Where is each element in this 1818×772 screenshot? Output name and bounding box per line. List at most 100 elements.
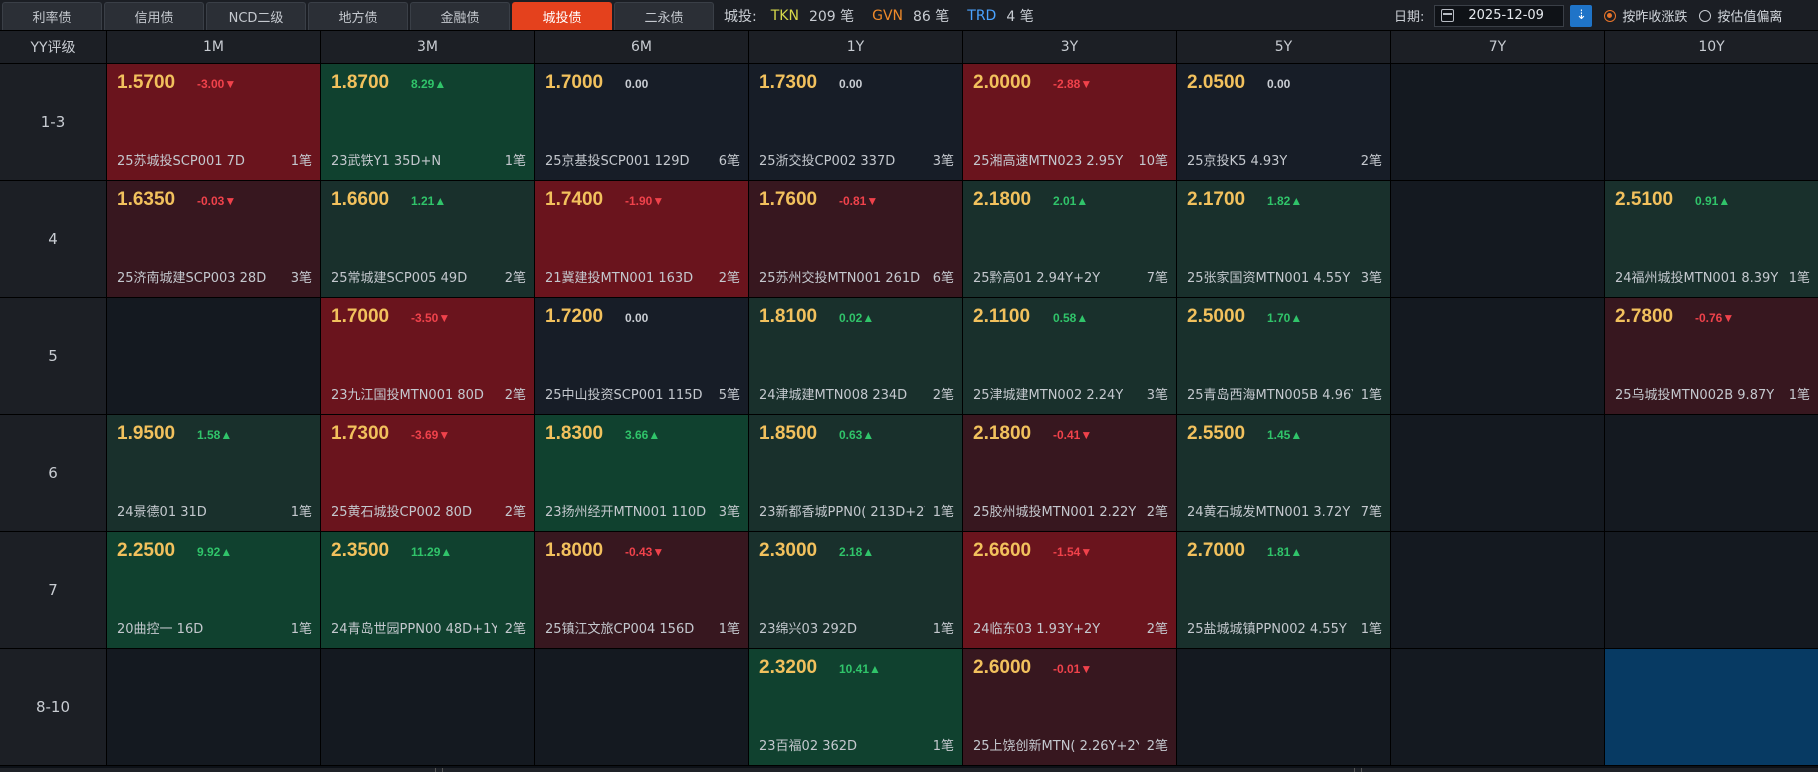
trade-count: 2笔 bbox=[1360, 154, 1382, 169]
column-header-0[interactable]: 1M bbox=[107, 31, 321, 64]
quote-cell[interactable]: 1.7000 0.00 25京基投SCP001 129D 6笔 bbox=[535, 64, 749, 181]
column-header-5[interactable]: 5Y bbox=[1177, 31, 1391, 64]
column-header-2[interactable]: 6M bbox=[535, 31, 749, 64]
row-header-rating[interactable]: 1-3 bbox=[0, 64, 107, 181]
quote-cell[interactable]: 1.6350 -0.03▼ 25济南城建SCP003 28D 3笔 bbox=[107, 181, 321, 298]
quote-cell[interactable]: 2.5100 0.91▲ 24福州城投MTN001 8.39Y 1笔 bbox=[1605, 181, 1818, 298]
bond-name: 24津城建MTN008 234D bbox=[759, 388, 908, 403]
quote-cell[interactable]: 2.0500 0.00 25京投K5 4.93Y 2笔 bbox=[1177, 64, 1391, 181]
trade-count: 3笔 bbox=[718, 505, 740, 520]
quote-cell[interactable]: 2.7000 1.81▲ 25盐城城镇PPN002 4.55Y 1笔 bbox=[1177, 532, 1391, 649]
quote-cell[interactable]: 2.3500 11.29▲ 24青岛世园PPN00 48D+1Y 2笔 bbox=[321, 532, 535, 649]
tab-3[interactable]: 地方债 bbox=[308, 2, 408, 30]
trade-count: 3笔 bbox=[1146, 388, 1168, 403]
quote-cell[interactable]: 1.7400 -1.90▼ 21冀建投MTN001 163D 2笔 bbox=[535, 181, 749, 298]
tkn-count: 209 笔 bbox=[808, 8, 855, 25]
tab-4[interactable]: 金融债 bbox=[410, 2, 510, 30]
yield-value: 1.8300 bbox=[545, 423, 604, 444]
row-header-rating[interactable]: 7 bbox=[0, 532, 107, 649]
tab-1[interactable]: 信用债 bbox=[104, 2, 204, 30]
trade-count: 2笔 bbox=[504, 505, 526, 520]
bottom-splitter[interactable] bbox=[0, 768, 1818, 772]
quote-cell[interactable]: 1.8700 8.29▲ 23武铁Y1 35D+N 1笔 bbox=[321, 64, 535, 181]
radio-by-valuation[interactable]: 按估值偏离 bbox=[1699, 6, 1782, 25]
quote-cell[interactable]: 1.8000 -0.43▼ 25镇江文旅CP004 156D 1笔 bbox=[535, 532, 749, 649]
radio-by-prev-close[interactable]: 按昨收涨跌 bbox=[1604, 6, 1687, 25]
quote-cell[interactable]: 2.1100 0.58▲ 25津城建MTN002 2.24Y 3笔 bbox=[963, 298, 1177, 415]
quote-cell[interactable]: 1.8100 0.02▲ 24津城建MTN008 234D 2笔 bbox=[749, 298, 963, 415]
quote-cell[interactable]: 1.7600 -0.81▼ 25苏州交投MTN001 261D 6笔 bbox=[749, 181, 963, 298]
quote-cell[interactable]: 1.9500 1.58▲ 24景德01 31D 1笔 bbox=[107, 415, 321, 532]
column-header-6[interactable]: 7Y bbox=[1391, 31, 1605, 64]
quote-cell[interactable]: 2.0000 -2.88▼ 25湘高速MTN023 2.95Y 10笔 bbox=[963, 64, 1177, 181]
quote-cell[interactable]: 1.8500 0.63▲ 23新都香城PPN0( 213D+2Y 1笔 bbox=[749, 415, 963, 532]
tab-5[interactable]: 城投债 bbox=[512, 2, 612, 30]
tab-0[interactable]: 利率债 bbox=[2, 2, 102, 30]
quote-cell[interactable]: 2.1700 1.82▲ 25张家国资MTN001 4.55Y 3笔 bbox=[1177, 181, 1391, 298]
yield-change: 9.92▲ bbox=[197, 545, 233, 559]
quote-cell-empty[interactable] bbox=[1391, 415, 1605, 532]
quote-cell[interactable]: 2.5500 1.45▲ 24黄石城发MTN001 3.72Y 7笔 bbox=[1177, 415, 1391, 532]
quote-cell[interactable]: 1.5700 -3.00▼ 25苏城投SCP001 7D 1笔 bbox=[107, 64, 321, 181]
quote-cell[interactable]: 1.7200 0.00 25中山投资SCP001 115D 5笔 bbox=[535, 298, 749, 415]
quote-cell-empty[interactable] bbox=[1605, 64, 1818, 181]
quote-cell-empty[interactable] bbox=[535, 649, 749, 766]
column-header-4[interactable]: 3Y bbox=[963, 31, 1177, 64]
quote-cell[interactable]: 2.6000 -0.01▼ 25上饶创新MTN( 2.26Y+2Y 2笔 bbox=[963, 649, 1177, 766]
quote-cell-empty[interactable] bbox=[321, 649, 535, 766]
column-header-1[interactable]: 3M bbox=[321, 31, 535, 64]
yield-value: 1.6600 bbox=[331, 189, 390, 210]
date-field[interactable]: 2025-12-09 bbox=[1434, 4, 1565, 27]
yield-value: 2.3500 bbox=[331, 540, 390, 561]
bond-name: 25胶州城投MTN001 2.22Y bbox=[973, 505, 1137, 520]
calendar-icon[interactable] bbox=[1441, 9, 1455, 22]
splitter-grip-icon[interactable] bbox=[435, 768, 443, 772]
quote-cell[interactable]: 2.3000 2.18▲ 23绵兴03 292D 1笔 bbox=[749, 532, 963, 649]
quote-cell[interactable]: 1.7300 -3.69▼ 25黄石城投CP002 80D 2笔 bbox=[321, 415, 535, 532]
quote-cell[interactable]: 1.7300 0.00 25浙交投CP002 337D 3笔 bbox=[749, 64, 963, 181]
quote-cell[interactable]: 2.1800 -0.41▼ 25胶州城投MTN001 2.22Y 2笔 bbox=[963, 415, 1177, 532]
quote-cell-empty[interactable] bbox=[1605, 532, 1818, 649]
quote-cell-empty[interactable] bbox=[107, 298, 321, 415]
bond-name: 25苏城投SCP001 7D bbox=[117, 154, 245, 169]
row-header-rating[interactable]: 6 bbox=[0, 415, 107, 532]
bond-name: 21冀建投MTN001 163D bbox=[545, 271, 694, 286]
quote-cell[interactable]: 2.7800 -0.76▼ 25乌城投MTN002B 9.87Y 1笔 bbox=[1605, 298, 1818, 415]
quote-cell-empty[interactable] bbox=[1391, 181, 1605, 298]
yield-value: 1.7000 bbox=[331, 306, 390, 327]
quote-cell-empty[interactable] bbox=[107, 649, 321, 766]
trade-count: 1笔 bbox=[504, 154, 526, 169]
splitter-grip-icon[interactable] bbox=[1354, 768, 1362, 772]
yield-value: 2.6000 bbox=[973, 657, 1032, 678]
row-header-rating[interactable]: 4 bbox=[0, 181, 107, 298]
trade-count: 2笔 bbox=[932, 388, 954, 403]
quote-cell-empty[interactable] bbox=[1391, 298, 1605, 415]
quote-cell-empty[interactable] bbox=[1391, 649, 1605, 766]
tab-2[interactable]: NCD二级 bbox=[206, 2, 306, 30]
row-header-rating[interactable]: 5 bbox=[0, 298, 107, 415]
quote-cell[interactable]: 2.1800 2.01▲ 25黔高01 2.94Y+2Y 7笔 bbox=[963, 181, 1177, 298]
bond-name: 23百福02 362D bbox=[759, 739, 858, 754]
quote-cell-empty[interactable] bbox=[1391, 532, 1605, 649]
quote-cell[interactable]: 1.6600 1.21▲ 25常城建SCP005 49D 2笔 bbox=[321, 181, 535, 298]
quote-cell-empty[interactable] bbox=[1177, 649, 1391, 766]
row-header-rating[interactable]: 8-10 bbox=[0, 649, 107, 766]
quote-cell[interactable]: 1.8300 3.66▲ 23扬州经开MTN001 110D 3笔 bbox=[535, 415, 749, 532]
quote-cell-empty[interactable] bbox=[1605, 415, 1818, 532]
quote-cell[interactable]: 2.3200 10.41▲ 23百福02 362D 1笔 bbox=[749, 649, 963, 766]
bond-name: 25苏州交投MTN001 261D bbox=[759, 271, 921, 286]
trade-count: 3笔 bbox=[1360, 271, 1382, 286]
column-header-7[interactable]: 10Y bbox=[1605, 31, 1818, 64]
yield-change: -1.54▼ bbox=[1053, 545, 1093, 559]
quote-cell[interactable]: 2.6600 -1.54▼ 24临东03 1.93Y+2Y 2笔 bbox=[963, 532, 1177, 649]
quote-cell[interactable]: 2.5000 1.70▲ 25青岛西海MTN005B 4.96Y 1笔 bbox=[1177, 298, 1391, 415]
quote-cell[interactable]: 2.2500 9.92▲ 20曲控一 16D 1笔 bbox=[107, 532, 321, 649]
yield-value: 1.8500 bbox=[759, 423, 818, 444]
quote-cell[interactable]: 1.7000 -3.50▼ 23九江国投MTN001 80D 2笔 bbox=[321, 298, 535, 415]
yield-value: 2.1700 bbox=[1187, 189, 1246, 210]
date-next-button[interactable]: ⇣ bbox=[1570, 4, 1593, 27]
quote-cell-selected[interactable] bbox=[1605, 649, 1818, 766]
quote-cell-empty[interactable] bbox=[1391, 64, 1605, 181]
tab-6[interactable]: 二永债 bbox=[614, 2, 714, 30]
column-header-3[interactable]: 1Y bbox=[749, 31, 963, 64]
